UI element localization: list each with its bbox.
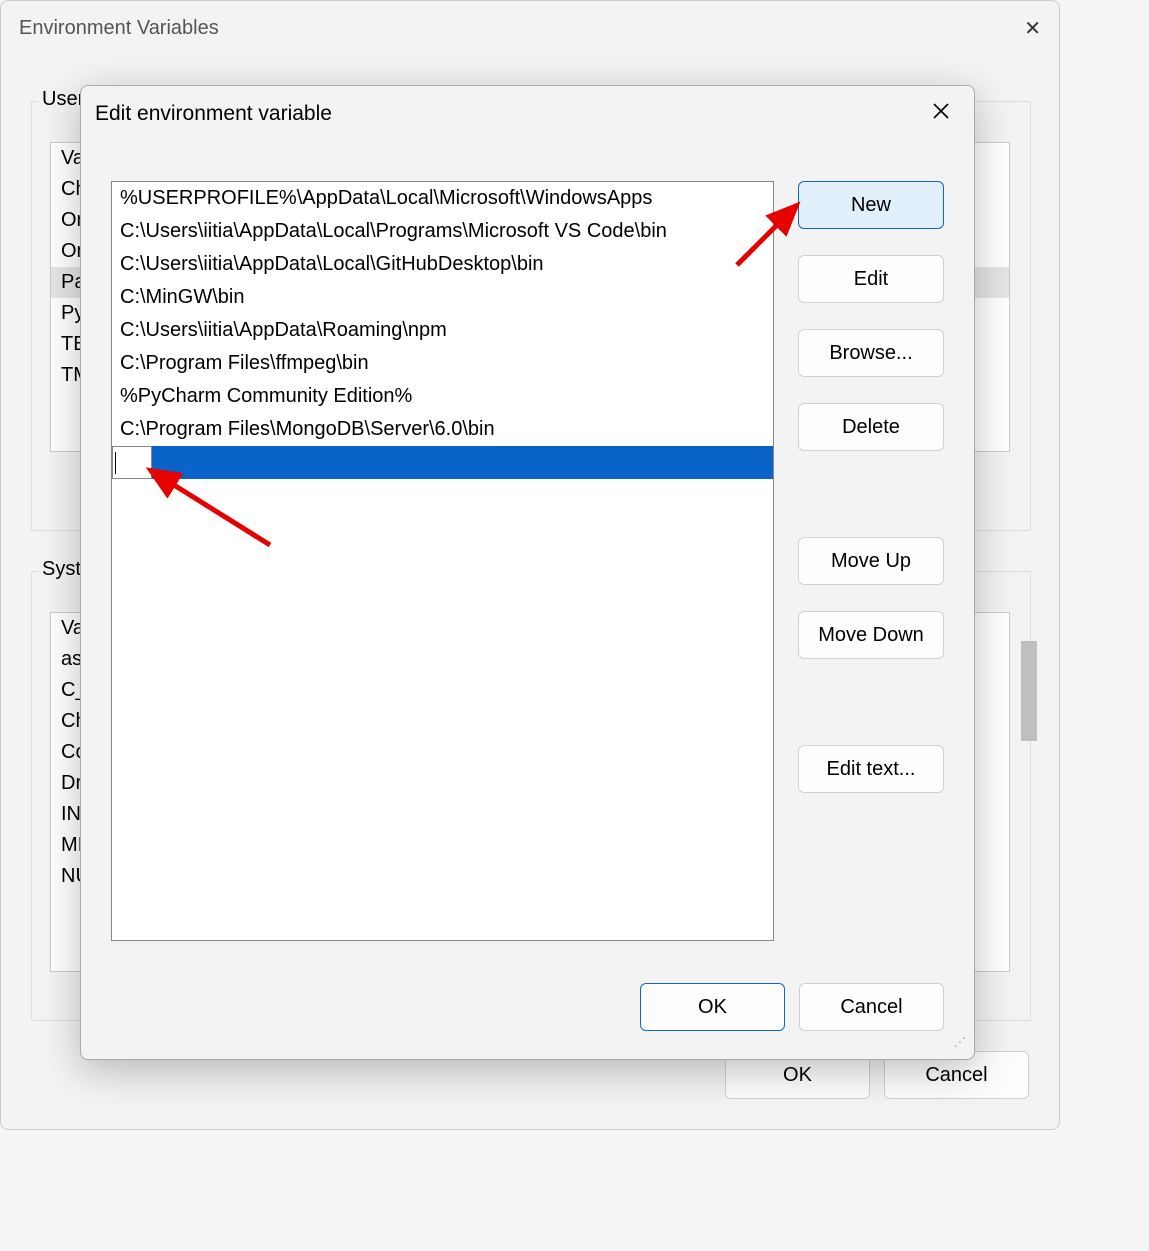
path-list-item[interactable]: %USERPROFILE%\AppData\Local\Microsoft\Wi… — [112, 182, 773, 215]
path-list-item[interactable]: C:\Users\iitia\AppData\Local\GitHubDeskt… — [112, 248, 773, 281]
path-list-item[interactable]: C:\MinGW\bin — [112, 281, 773, 314]
edit-text-button[interactable]: Edit text... — [798, 745, 944, 793]
cancel-button[interactable]: Cancel — [799, 983, 944, 1031]
path-edit-row[interactable] — [112, 446, 773, 479]
path-listbox[interactable]: %USERPROFILE%\AppData\Local\Microsoft\Wi… — [111, 181, 774, 941]
browse-button[interactable]: Browse... — [798, 329, 944, 377]
close-icon[interactable]: ✕ — [1024, 16, 1041, 41]
path-list-item[interactable]: C:\Program Files\ffmpeg\bin — [112, 347, 773, 380]
move-down-button[interactable]: Move Down — [798, 611, 944, 659]
path-edit-input[interactable] — [112, 446, 152, 479]
path-list-item[interactable]: C:\Users\iitia\AppData\Local\Programs\Mi… — [112, 215, 773, 248]
edit-titlebar: Edit environment variable — [81, 86, 974, 141]
path-edit-selection — [152, 446, 773, 479]
ok-button[interactable]: OK — [640, 983, 785, 1031]
close-icon[interactable] — [922, 96, 960, 131]
path-list-item[interactable]: C:\Users\iitia\AppData\Roaming\npm — [112, 314, 773, 347]
scrollbar-thumb[interactable] — [1021, 641, 1037, 741]
edit-dialog-footer: OK Cancel — [640, 983, 944, 1031]
env-vars-title: Environment Variables — [19, 17, 219, 40]
edit-dialog-title: Edit environment variable — [95, 102, 332, 126]
side-button-panel: New Edit Browse... Delete Move Up Move D… — [798, 181, 944, 959]
new-button[interactable]: New — [798, 181, 944, 229]
delete-button[interactable]: Delete — [798, 403, 944, 451]
path-list-item[interactable]: %PyCharm Community Edition% — [112, 380, 773, 413]
path-list-item[interactable]: C:\Program Files\MongoDB\Server\6.0\bin — [112, 413, 773, 446]
edit-button[interactable]: Edit — [798, 255, 944, 303]
move-up-button[interactable]: Move Up — [798, 537, 944, 585]
edit-env-var-dialog: Edit environment variable %USERPROFILE%\… — [80, 85, 975, 1060]
env-vars-titlebar: Environment Variables ✕ — [1, 1, 1059, 56]
resize-grip-icon[interactable]: ⋰ — [954, 1039, 968, 1053]
